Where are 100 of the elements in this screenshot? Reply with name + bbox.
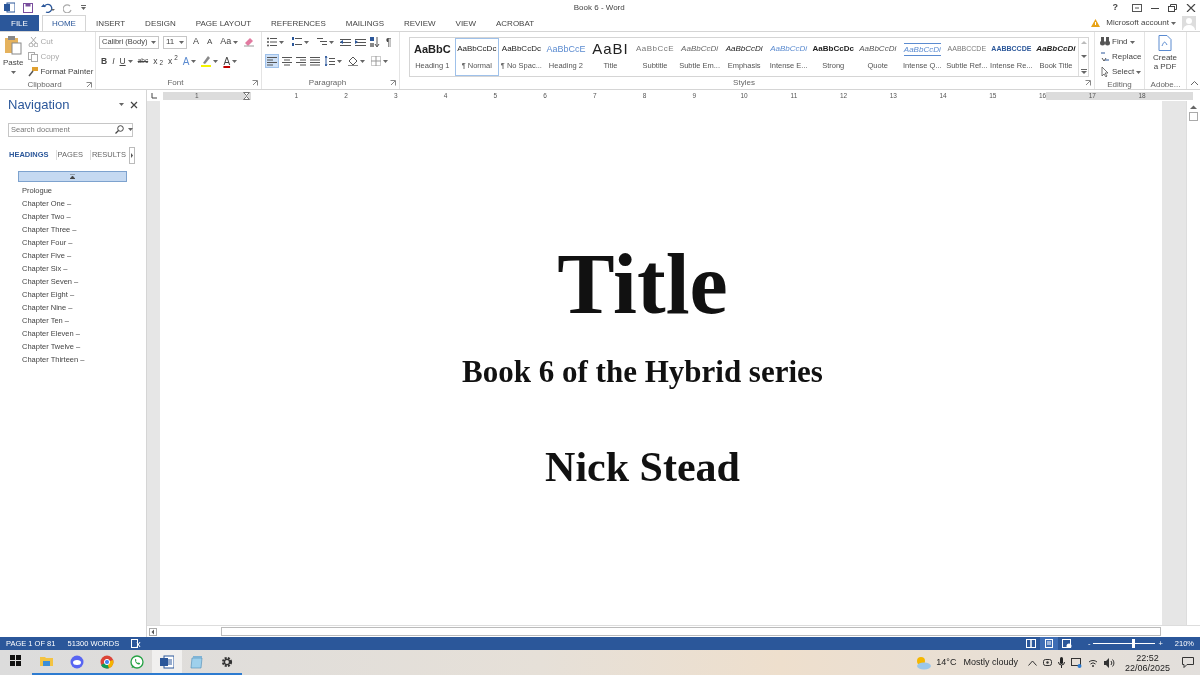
- close-icon[interactable]: [1186, 3, 1196, 12]
- decrease-indent-icon[interactable]: [340, 37, 351, 47]
- style-preview: AaBbCcDc: [501, 43, 541, 56]
- line-spacing-button[interactable]: [323, 54, 344, 68]
- ribbon-tab[interactable]: HOME: [41, 15, 86, 31]
- style-preview: AaBbCcDc: [457, 43, 497, 56]
- ribbon-tab[interactable]: PAGE LAYOUT: [185, 15, 262, 31]
- find-button[interactable]: Find: [1098, 35, 1144, 49]
- change-case-button[interactable]: Aa: [218, 35, 241, 49]
- format-painter-button[interactable]: Format Painter: [26, 65, 96, 79]
- chevron-up-icon[interactable]: [1027, 659, 1037, 666]
- ribbon-tab[interactable]: REVIEW: [394, 15, 446, 31]
- windows-logo-icon: [10, 654, 24, 669]
- bold-button[interactable]: B: [99, 54, 110, 68]
- increase-indent-icon[interactable]: [355, 37, 366, 47]
- ribbon-tab[interactable]: REFERENCES: [261, 15, 336, 31]
- collapse-ribbon-icon[interactable]: [1191, 81, 1198, 85]
- borders-button[interactable]: [369, 54, 390, 68]
- ribbon-display-icon[interactable]: [1132, 3, 1142, 12]
- multilevel-list-icon: [317, 37, 327, 47]
- ribbon-tab[interactable]: ACROBAT: [486, 15, 545, 31]
- dialog-launcher-icon[interactable]: [86, 82, 92, 88]
- caret-icon: [127, 59, 133, 63]
- font-color-button[interactable]: A: [221, 54, 240, 68]
- browser-icon: [100, 654, 114, 669]
- ribbon-tab[interactable]: MAILINGS: [335, 15, 394, 31]
- volume-icon[interactable]: [1103, 657, 1115, 668]
- pane-options-icon[interactable]: [119, 102, 125, 107]
- restore-icon[interactable]: [1168, 3, 1178, 12]
- notifications-icon[interactable]: [1182, 657, 1194, 668]
- vertical-scrollbar[interactable]: [1186, 101, 1200, 625]
- show-formatting-marks-button[interactable]: ¶: [384, 35, 394, 49]
- undo-icon[interactable]: [41, 2, 55, 13]
- folder-icon: [40, 654, 54, 669]
- create-pdf-button[interactable]: Create a PDF: [1148, 35, 1182, 79]
- cursor-icon: [1100, 67, 1110, 77]
- notepad-icon: [190, 654, 204, 669]
- heading-item[interactable]: [18, 170, 127, 182]
- grow-font-button[interactable]: A: [191, 35, 201, 49]
- slider-thumb[interactable]: [1132, 639, 1136, 648]
- chat-app-icon: [70, 654, 84, 669]
- clock-date[interactable]: 22/06/2025: [1124, 662, 1170, 673]
- font-size-field[interactable]: 11: [163, 35, 187, 49]
- save-icon[interactable]: [23, 2, 33, 13]
- ribbon-tab[interactable]: INSERT: [85, 15, 136, 31]
- align-center-button[interactable]: [281, 54, 293, 68]
- temperature[interactable]: 14°C: [936, 655, 957, 670]
- camera-icon[interactable]: [1042, 657, 1052, 668]
- shrink-font-button[interactable]: A: [205, 35, 215, 49]
- text-effects-button[interactable]: A: [180, 54, 199, 68]
- caret-icon: [383, 59, 388, 63]
- pane-title: Navigation: [8, 96, 71, 114]
- select-button[interactable]: Select: [1098, 65, 1144, 79]
- sort-icon[interactable]: [370, 37, 380, 47]
- weather-condition[interactable]: Mostly cloudy: [963, 655, 1018, 670]
- dialog-launcher-icon[interactable]: [390, 80, 396, 86]
- bullets-button[interactable]: [265, 35, 286, 49]
- clock-time[interactable]: 22:52: [1136, 652, 1159, 663]
- numbering-button[interactable]: [290, 35, 311, 49]
- replace-button[interactable]: Replace: [1098, 50, 1144, 64]
- align-left-icon: [267, 56, 277, 66]
- scroll-thumb[interactable]: [221, 627, 1161, 636]
- align-justify-icon: [310, 56, 320, 66]
- dialog-launcher-icon[interactable]: [1085, 80, 1091, 86]
- shading-button[interactable]: [346, 54, 367, 68]
- highlight-button[interactable]: [199, 54, 221, 68]
- more-icon[interactable]: [1080, 69, 1087, 74]
- scissors-icon: [28, 37, 39, 47]
- microphone-icon[interactable]: [1057, 657, 1065, 668]
- tab-stop-icon[interactable]: [150, 91, 158, 100]
- underline-button[interactable]: U: [117, 54, 135, 68]
- display-icon[interactable]: [1070, 657, 1082, 668]
- align-right-button[interactable]: [295, 54, 307, 68]
- superscript-button[interactable]: x$^{2}$: [165, 54, 180, 68]
- align-left-button[interactable]: [265, 54, 279, 68]
- ribbon-tab[interactable]: VIEW: [445, 15, 486, 31]
- eraser-icon[interactable]: [244, 37, 255, 47]
- scroll-right-icon[interactable]: [128, 146, 135, 164]
- scroll-up-icon[interactable]: [1190, 105, 1197, 109]
- scroll-thumb[interactable]: [1189, 112, 1198, 121]
- dialog-launcher-icon[interactable]: [252, 80, 258, 86]
- proofing-icon[interactable]: [131, 639, 142, 648]
- paste-button[interactable]: Paste: [3, 35, 24, 79]
- horizontal-scrollbar[interactable]: [147, 625, 1200, 637]
- align-justify-button[interactable]: [309, 54, 321, 68]
- wifi-icon[interactable]: [1087, 658, 1098, 667]
- word-logo-icon[interactable]: [4, 2, 15, 13]
- account-button[interactable]: Microsoft account: [1104, 16, 1178, 30]
- scroll-left-icon[interactable]: [149, 627, 157, 636]
- close-icon[interactable]: [130, 100, 138, 109]
- customize-toolbar-icon[interactable]: [81, 5, 86, 10]
- file-tab[interactable]: FILE: [0, 15, 39, 31]
- style-preview: AaBbC: [413, 42, 451, 57]
- scroll-down-icon[interactable]: [1080, 54, 1087, 59]
- help-button[interactable]: ?: [1112, 0, 1118, 15]
- italic-button[interactable]: I: [110, 54, 117, 68]
- caret-icon: [232, 59, 238, 63]
- ribbon-tab[interactable]: DESIGN: [135, 15, 186, 31]
- print-layout-button[interactable]: [1039, 637, 1058, 650]
- taskbar-app-button[interactable]: [152, 650, 182, 675]
